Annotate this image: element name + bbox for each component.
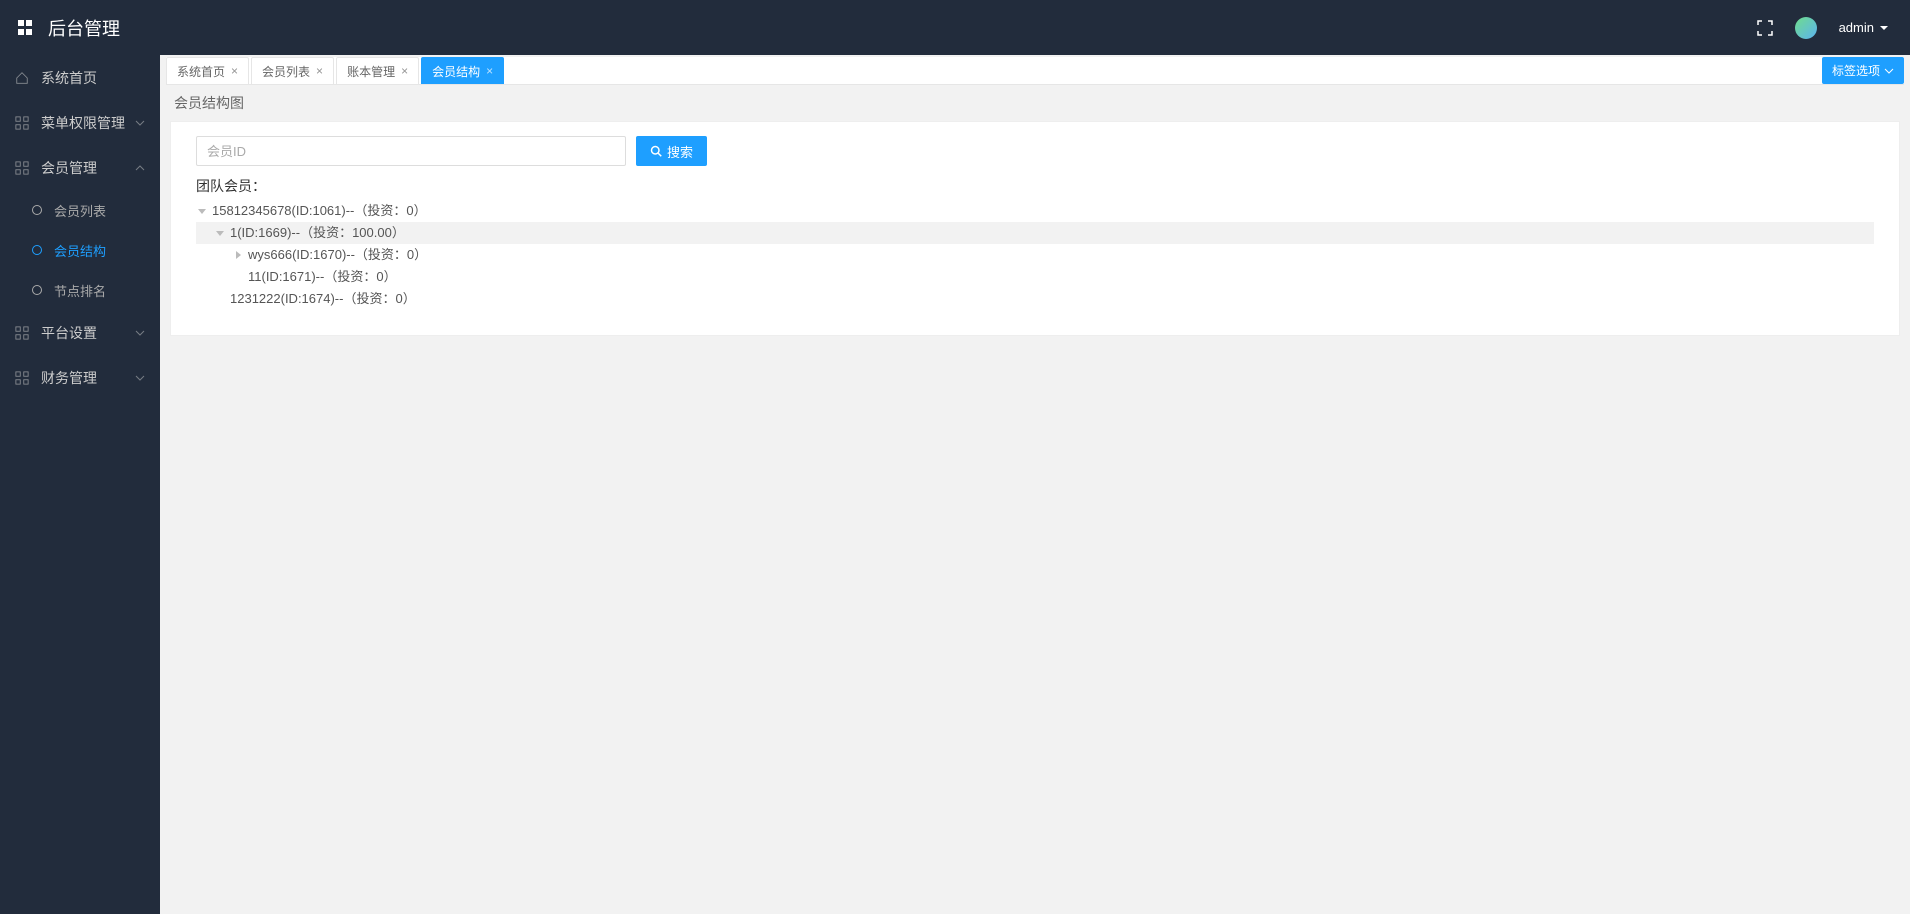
sidebar-sub-node-rank[interactable]: 节点排名 xyxy=(0,270,160,310)
tab-bar: 系统首页 × 会员列表 × 账本管理 × 会员结构 × 标签选项 xyxy=(166,57,1904,85)
tab-label: 会员结构 xyxy=(432,63,480,80)
collapse-icon[interactable] xyxy=(196,205,208,217)
close-icon[interactable]: × xyxy=(231,64,238,78)
tree-node-label: 15812345678(ID:1061)--（投资：0） xyxy=(212,200,427,222)
logo[interactable]: 后台管理 xyxy=(0,15,160,41)
tab-label: 账本管理 xyxy=(347,63,395,80)
chevron-up-icon xyxy=(135,163,145,173)
close-icon[interactable]: × xyxy=(316,64,323,78)
tree-node-label: 11(ID:1671)--（投资：0） xyxy=(248,266,397,288)
user-dropdown[interactable]: admin xyxy=(1839,20,1888,35)
circle-icon xyxy=(30,203,44,217)
sidebar-item-label: 会员管理 xyxy=(41,158,97,178)
search-icon xyxy=(650,145,662,157)
circle-icon xyxy=(30,283,44,297)
page-title: 会员结构图 xyxy=(160,85,1910,121)
tree-node[interactable]: wys666(ID:1670)--（投资：0） xyxy=(196,244,1874,266)
chevron-down-icon xyxy=(135,118,145,128)
sidebar-item-label: 会员列表 xyxy=(54,201,106,220)
tab-ledger[interactable]: 账本管理 × xyxy=(336,57,419,84)
content-panel: 搜索 团队会员： 15812345678(ID:1061)--（投资：0）1(I… xyxy=(170,121,1900,336)
user-name: admin xyxy=(1839,20,1874,35)
tree-node-label: 1(ID:1669)--（投资：100.00） xyxy=(230,222,405,244)
sidebar-sub-member-structure[interactable]: 会员结构 xyxy=(0,230,160,270)
tree-node[interactable]: 15812345678(ID:1061)--（投资：0） xyxy=(196,200,1874,222)
search-button[interactable]: 搜索 xyxy=(636,136,707,166)
sidebar-item-label: 财务管理 xyxy=(41,368,97,388)
tree-node[interactable]: 11(ID:1671)--（投资：0） xyxy=(196,266,1874,288)
member-tree: 15812345678(ID:1061)--（投资：0）1(ID:1669)--… xyxy=(196,200,1874,310)
main: 系统首页 × 会员列表 × 账本管理 × 会员结构 × 标签选项 会员结构图 xyxy=(160,55,1910,914)
app-title: 后台管理 xyxy=(48,15,120,41)
tab-label: 系统首页 xyxy=(177,63,225,80)
sidebar-item-label: 平台设置 xyxy=(41,323,97,343)
home-icon xyxy=(15,71,29,85)
grid-icon xyxy=(15,326,29,340)
sidebar-item-member-mgmt[interactable]: 会员管理 xyxy=(0,145,160,190)
sidebar-item-finance-mgmt[interactable]: 财务管理 xyxy=(0,355,160,400)
tab-member-structure[interactable]: 会员结构 × xyxy=(421,57,504,84)
tab-member-list[interactable]: 会员列表 × xyxy=(251,57,334,84)
expand-icon[interactable] xyxy=(232,249,244,261)
sidebar-item-label: 节点排名 xyxy=(54,281,106,300)
close-icon[interactable]: × xyxy=(486,64,493,78)
tree-node[interactable]: 1(ID:1669)--（投资：100.00） xyxy=(196,222,1874,244)
avatar[interactable] xyxy=(1795,17,1817,39)
tab-options-dropdown[interactable]: 标签选项 xyxy=(1822,57,1904,84)
grid-icon xyxy=(15,116,29,130)
sidebar-sub-member-list[interactable]: 会员列表 xyxy=(0,190,160,230)
tree-node-label: 1231222(ID:1674)--（投资：0） xyxy=(230,288,416,310)
search-row: 搜索 xyxy=(196,136,1874,166)
chevron-down-icon xyxy=(1880,26,1888,30)
chevron-down-icon xyxy=(1884,66,1894,76)
circle-icon xyxy=(30,243,44,257)
search-button-label: 搜索 xyxy=(667,142,693,161)
member-id-input[interactable] xyxy=(196,136,626,166)
sidebar-item-platform-settings[interactable]: 平台设置 xyxy=(0,310,160,355)
app-grid-icon xyxy=(18,20,34,36)
close-icon[interactable]: × xyxy=(401,64,408,78)
sidebar-item-label: 会员结构 xyxy=(54,241,106,260)
tab-options-label: 标签选项 xyxy=(1832,62,1880,79)
tab-label: 会员列表 xyxy=(262,63,310,80)
sidebar-item-label: 菜单权限管理 xyxy=(41,113,125,133)
sidebar: 系统首页 菜单权限管理 会员管理 会员列表 会员结构 节点排名 平台设置 xyxy=(0,55,160,914)
fullscreen-icon[interactable] xyxy=(1757,20,1773,36)
tab-home[interactable]: 系统首页 × xyxy=(166,57,249,84)
sidebar-item-label: 系统首页 xyxy=(41,68,97,88)
tree-node-label: wys666(ID:1670)--（投资：0） xyxy=(248,244,427,266)
header: 后台管理 admin xyxy=(0,0,1910,55)
chevron-down-icon xyxy=(135,373,145,383)
sidebar-item-home[interactable]: 系统首页 xyxy=(0,55,160,100)
team-title: 团队会员： xyxy=(196,176,1874,196)
sidebar-item-menu-perm[interactable]: 菜单权限管理 xyxy=(0,100,160,145)
tree-node[interactable]: 1231222(ID:1674)--（投资：0） xyxy=(196,288,1874,310)
grid-icon xyxy=(15,161,29,175)
grid-icon xyxy=(15,371,29,385)
chevron-down-icon xyxy=(135,328,145,338)
collapse-icon[interactable] xyxy=(214,227,226,239)
